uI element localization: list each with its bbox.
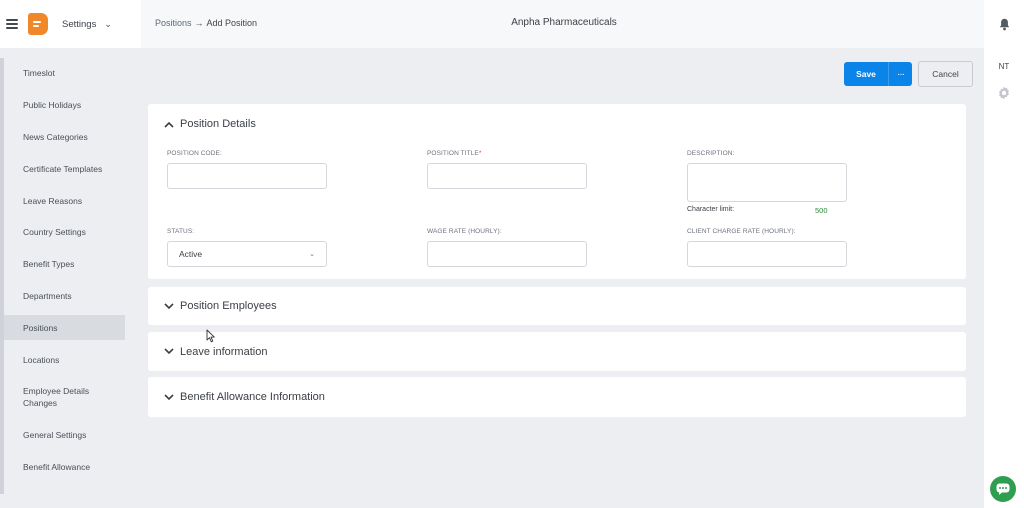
sidebar-item-employee-details-changes[interactable]: Employee Details Changes [4,384,114,410]
character-limit-value: 500 [815,206,828,215]
leave-information-toggle[interactable]: Leave information [164,332,267,371]
description-label: DESCRIPTION: [687,150,735,157]
sidebar-item-timeslot[interactable]: Timeslot [4,64,125,82]
breadcrumb-current: Add Position [206,18,258,28]
chevron-up-icon [164,121,176,128]
settings-sidebar: Timeslot Public Holidays News Categories… [0,48,141,508]
sidebar-item-public-holidays[interactable]: Public Holidays [4,96,125,114]
sidebar-item-leave-reasons[interactable]: Leave Reasons [4,192,125,210]
client-charge-rate-label: CLIENT CHARGE RATE (HOURLY): [687,228,796,235]
position-details-toggle[interactable]: Position Details [164,104,256,144]
panel-title: Leave information [180,345,268,358]
chevron-down-icon [164,302,176,310]
character-limit-label: Character limit: [687,206,735,213]
description-textarea[interactable] [687,163,847,202]
position-title-label-text: POSITION TITLE [427,150,479,157]
status-label: STATUS: [167,228,195,235]
status-select-value: Active [179,249,203,259]
position-code-label: POSITION CODE: [167,150,222,157]
sidebar-item-news-categories[interactable]: News Categories [4,128,125,146]
chevron-down-icon: ⌄ [309,251,315,258]
breadcrumb-positions-link[interactable]: Positions [155,18,192,28]
sidebar-item-locations[interactable]: Locations [4,351,125,369]
bell-icon [999,18,1010,31]
panel-title: Position Employees [180,300,277,312]
sidebar-item-country-settings[interactable]: Country Settings [4,223,125,241]
chat-button[interactable] [990,476,1016,502]
right-rail: NT [984,48,1024,508]
position-employees-toggle[interactable]: Position Employees [164,287,277,325]
notifications-button[interactable] [984,0,1024,48]
chevron-down-icon [164,348,176,355]
sidebar-item-general-settings[interactable]: General Settings [4,426,125,444]
mouse-cursor-icon [206,329,215,348]
required-mark: * [478,150,482,157]
position-employees-panel: Position Employees [148,287,966,325]
cancel-button[interactable]: Cancel [918,61,973,87]
client-charge-rate-input[interactable] [687,241,847,267]
position-title-input[interactable] [427,163,587,189]
sidebar-item-positions[interactable]: Positions [4,315,125,340]
breadcrumb: Positions → Add Position [155,18,257,28]
benefit-allowance-panel: Benefit Allowance Information [148,377,966,417]
status-select[interactable]: Active ⌄ [167,241,327,267]
position-code-input[interactable] [167,163,327,189]
user-initials[interactable]: NT [984,62,1024,71]
wage-rate-input[interactable] [427,241,587,267]
sidebar-item-benefit-types[interactable]: Benefit Types [4,255,125,273]
more-options-button[interactable]: ··· [888,62,912,86]
wage-rate-label: WAGE RATE (HOURLY): [427,228,502,235]
panel-title: Position Details [180,118,256,130]
top-bar: Settings ⌄ Anpha Pharmaceuticals Positio… [0,0,1024,48]
sidebar-item-departments[interactable]: Departments [4,287,125,305]
save-button[interactable]: Save [844,62,888,86]
position-details-panel: Position Details POSITION CODE: POSITION… [148,104,966,279]
sidebar-item-benefit-allowance[interactable]: Benefit Allowance [4,458,125,476]
position-title-label: POSITION TITLE* [427,150,482,157]
benefit-allowance-toggle[interactable]: Benefit Allowance Information [164,377,325,417]
company-name: Anpha Pharmaceuticals [511,17,617,28]
gear-icon[interactable] [997,86,1011,105]
chat-bubble-icon [996,483,1010,495]
chevron-down-icon [164,393,176,401]
sidebar-item-certificate-templates[interactable]: Certificate Templates [4,160,125,178]
panel-title: Benefit Allowance Information [180,391,325,403]
leave-information-panel: Leave information [148,332,966,371]
breadcrumb-arrow-icon: → [194,18,204,28]
